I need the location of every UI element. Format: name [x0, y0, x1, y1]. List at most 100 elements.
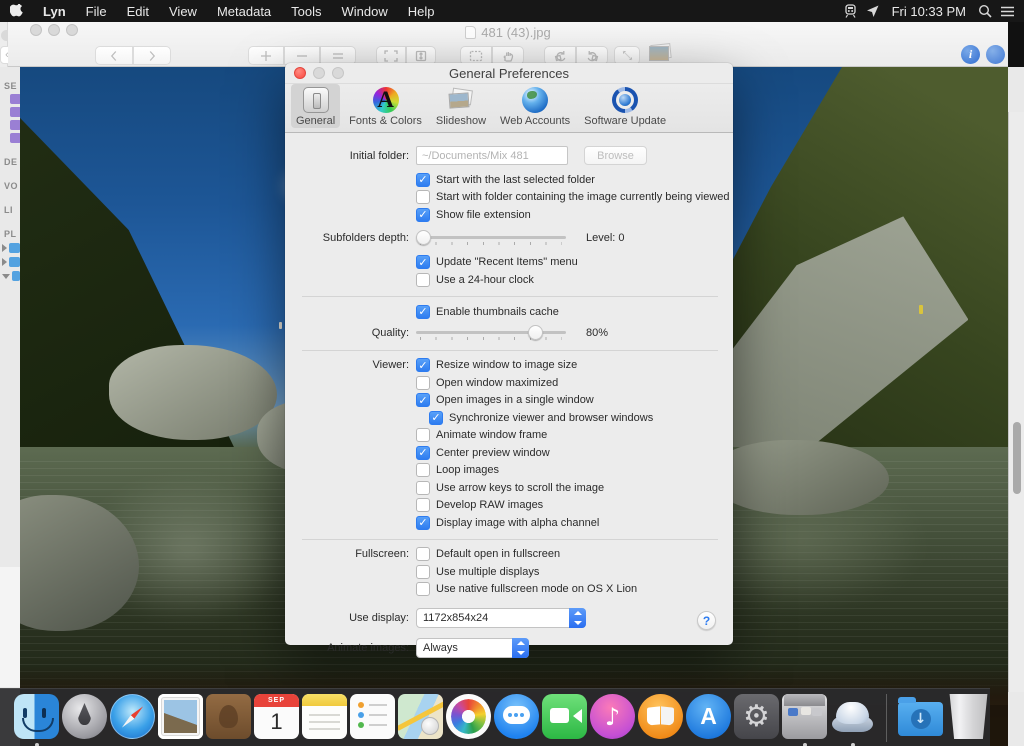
dock-safari[interactable] [110, 694, 155, 739]
checkbox-row[interactable]: Open window maximized [416, 374, 653, 392]
info-button[interactable]: i [961, 45, 980, 64]
checkbox[interactable] [416, 498, 430, 512]
checkbox[interactable] [416, 481, 430, 495]
menu-item-view[interactable]: View [159, 0, 207, 22]
photo-stack-icon[interactable] [648, 42, 674, 64]
use-display-select[interactable]: 1172x854x24 [416, 608, 586, 628]
transit-status-icon[interactable] [840, 0, 862, 22]
dock-finder[interactable] [14, 694, 59, 739]
animate-images-select[interactable]: Always [416, 638, 529, 658]
dialog-title-bar[interactable]: General Preferences [285, 63, 733, 84]
checkbox[interactable] [416, 446, 430, 460]
scrollbar-thumb[interactable] [1013, 422, 1021, 494]
dock-itunes[interactable] [590, 694, 635, 739]
checkbox[interactable] [429, 411, 443, 425]
dock-calendar[interactable]: SEP1 [254, 694, 299, 739]
checkbox-row[interactable]: Display image with alpha channel [416, 514, 653, 532]
menu-bar-clock[interactable]: Fri 10:33 PM [884, 4, 974, 19]
sidebar-folder-row[interactable] [2, 257, 20, 267]
dock-app-store[interactable] [686, 694, 731, 739]
dock-reminders[interactable] [350, 694, 395, 739]
spotlight-search-icon[interactable] [974, 0, 996, 22]
checkbox[interactable] [416, 376, 430, 390]
checkbox[interactable] [416, 428, 430, 442]
checkbox-row[interactable]: Default open in fullscreen [416, 546, 637, 564]
subfolders-depth-slider[interactable] [416, 228, 566, 248]
dialog-zoom-button[interactable] [332, 67, 344, 79]
checkbox-row[interactable]: Start with the last selected folder [416, 171, 730, 189]
checkbox[interactable] [416, 255, 430, 269]
quality-slider[interactable] [416, 323, 566, 343]
slider-track[interactable] [416, 331, 566, 334]
dialog-minimize-button[interactable] [313, 67, 325, 79]
checkbox[interactable] [416, 358, 430, 372]
checkbox-row[interactable]: Show file extension [416, 206, 730, 224]
tab-fonts-colors[interactable]: Fonts & Colors [344, 84, 427, 128]
checkbox-row[interactable]: Loop images [416, 462, 653, 480]
checkbox-row[interactable]: Use arrow keys to scroll the image [416, 479, 653, 497]
slider-thumb[interactable] [416, 230, 431, 245]
dock-contacts[interactable] [206, 694, 251, 739]
checkbox-row[interactable]: Use multiple displays [416, 563, 637, 581]
checkbox-row[interactable]: Use native fullscreen mode on OS X Lion [416, 581, 637, 599]
slider-thumb[interactable] [528, 325, 543, 340]
menu-item-window[interactable]: Window [332, 0, 398, 22]
checkbox[interactable] [416, 463, 430, 477]
disclosure-triangle-icon[interactable] [2, 244, 7, 252]
dock-system-preferences[interactable] [734, 694, 779, 739]
menu-item-help[interactable]: Help [398, 0, 445, 22]
dock-mail[interactable] [158, 694, 203, 739]
help-button[interactable]: ? [697, 611, 716, 630]
dock-photos[interactable] [446, 694, 491, 739]
checkbox-row[interactable]: Enable thumbnails cache [416, 303, 559, 321]
dock-messages[interactable] [494, 694, 539, 739]
location-services-icon[interactable] [862, 0, 884, 22]
dock-facetime[interactable] [542, 694, 587, 739]
menu-item-edit[interactable]: Edit [117, 0, 159, 22]
dialog-close-button[interactable] [294, 67, 306, 79]
checkbox[interactable] [416, 173, 430, 187]
tab-software-update[interactable]: Software Update [579, 84, 671, 128]
slider-track[interactable] [416, 236, 566, 239]
checkbox[interactable] [416, 305, 430, 319]
dock-notes[interactable] [302, 694, 347, 739]
dock-downloads-folder[interactable] [898, 694, 943, 739]
apple-menu[interactable] [0, 0, 33, 22]
checkbox-row[interactable]: Center preview window [416, 444, 653, 462]
menu-item-metadata[interactable]: Metadata [207, 0, 281, 22]
saved-search-icon[interactable] [10, 133, 20, 143]
checkbox[interactable] [416, 273, 430, 287]
disclosure-triangle-icon[interactable] [2, 274, 10, 279]
saved-search-icon[interactable] [10, 120, 20, 130]
dock-toolbox-utility[interactable] [782, 694, 827, 739]
checkbox-row[interactable]: Develop RAW images [416, 497, 653, 515]
checkbox[interactable] [416, 208, 430, 222]
saved-search-icon[interactable] [10, 107, 20, 117]
checkbox-row[interactable]: Use a 24-hour clock [416, 271, 578, 289]
checkbox[interactable] [416, 582, 430, 596]
menu-item-file[interactable]: File [76, 0, 117, 22]
dock-dome-app[interactable] [830, 694, 875, 739]
tab-general[interactable]: General [291, 84, 340, 128]
sidebar-folder-row[interactable] [2, 243, 20, 253]
dock-trash[interactable] [946, 694, 991, 739]
forward-button[interactable] [133, 46, 171, 65]
menu-item-app[interactable]: Lyn [33, 0, 76, 22]
checkbox[interactable] [416, 190, 430, 204]
menu-item-tools[interactable]: Tools [281, 0, 331, 22]
zoom-in-button[interactable] [248, 46, 284, 65]
checkbox-row[interactable]: Resize window to image size [416, 357, 653, 375]
checkbox-row[interactable]: Start with folder containing the image c… [416, 189, 730, 207]
checkbox-row[interactable]: Update "Recent Items" menu [416, 254, 578, 272]
dock-maps[interactable] [398, 694, 443, 739]
browse-button[interactable]: Browse [584, 146, 647, 165]
dock-ibooks[interactable] [638, 694, 683, 739]
checkbox[interactable] [416, 393, 430, 407]
dock-launchpad[interactable] [62, 694, 107, 739]
tab-slideshow[interactable]: Slideshow [431, 84, 491, 128]
checkbox-row[interactable]: Synchronize viewer and browser windows [429, 409, 653, 427]
checkbox-row[interactable]: Open images in a single window [416, 392, 653, 410]
disclosure-triangle-icon[interactable] [2, 258, 7, 266]
checkbox-row[interactable]: Animate window frame [416, 427, 653, 445]
initial-folder-input[interactable] [416, 146, 568, 165]
